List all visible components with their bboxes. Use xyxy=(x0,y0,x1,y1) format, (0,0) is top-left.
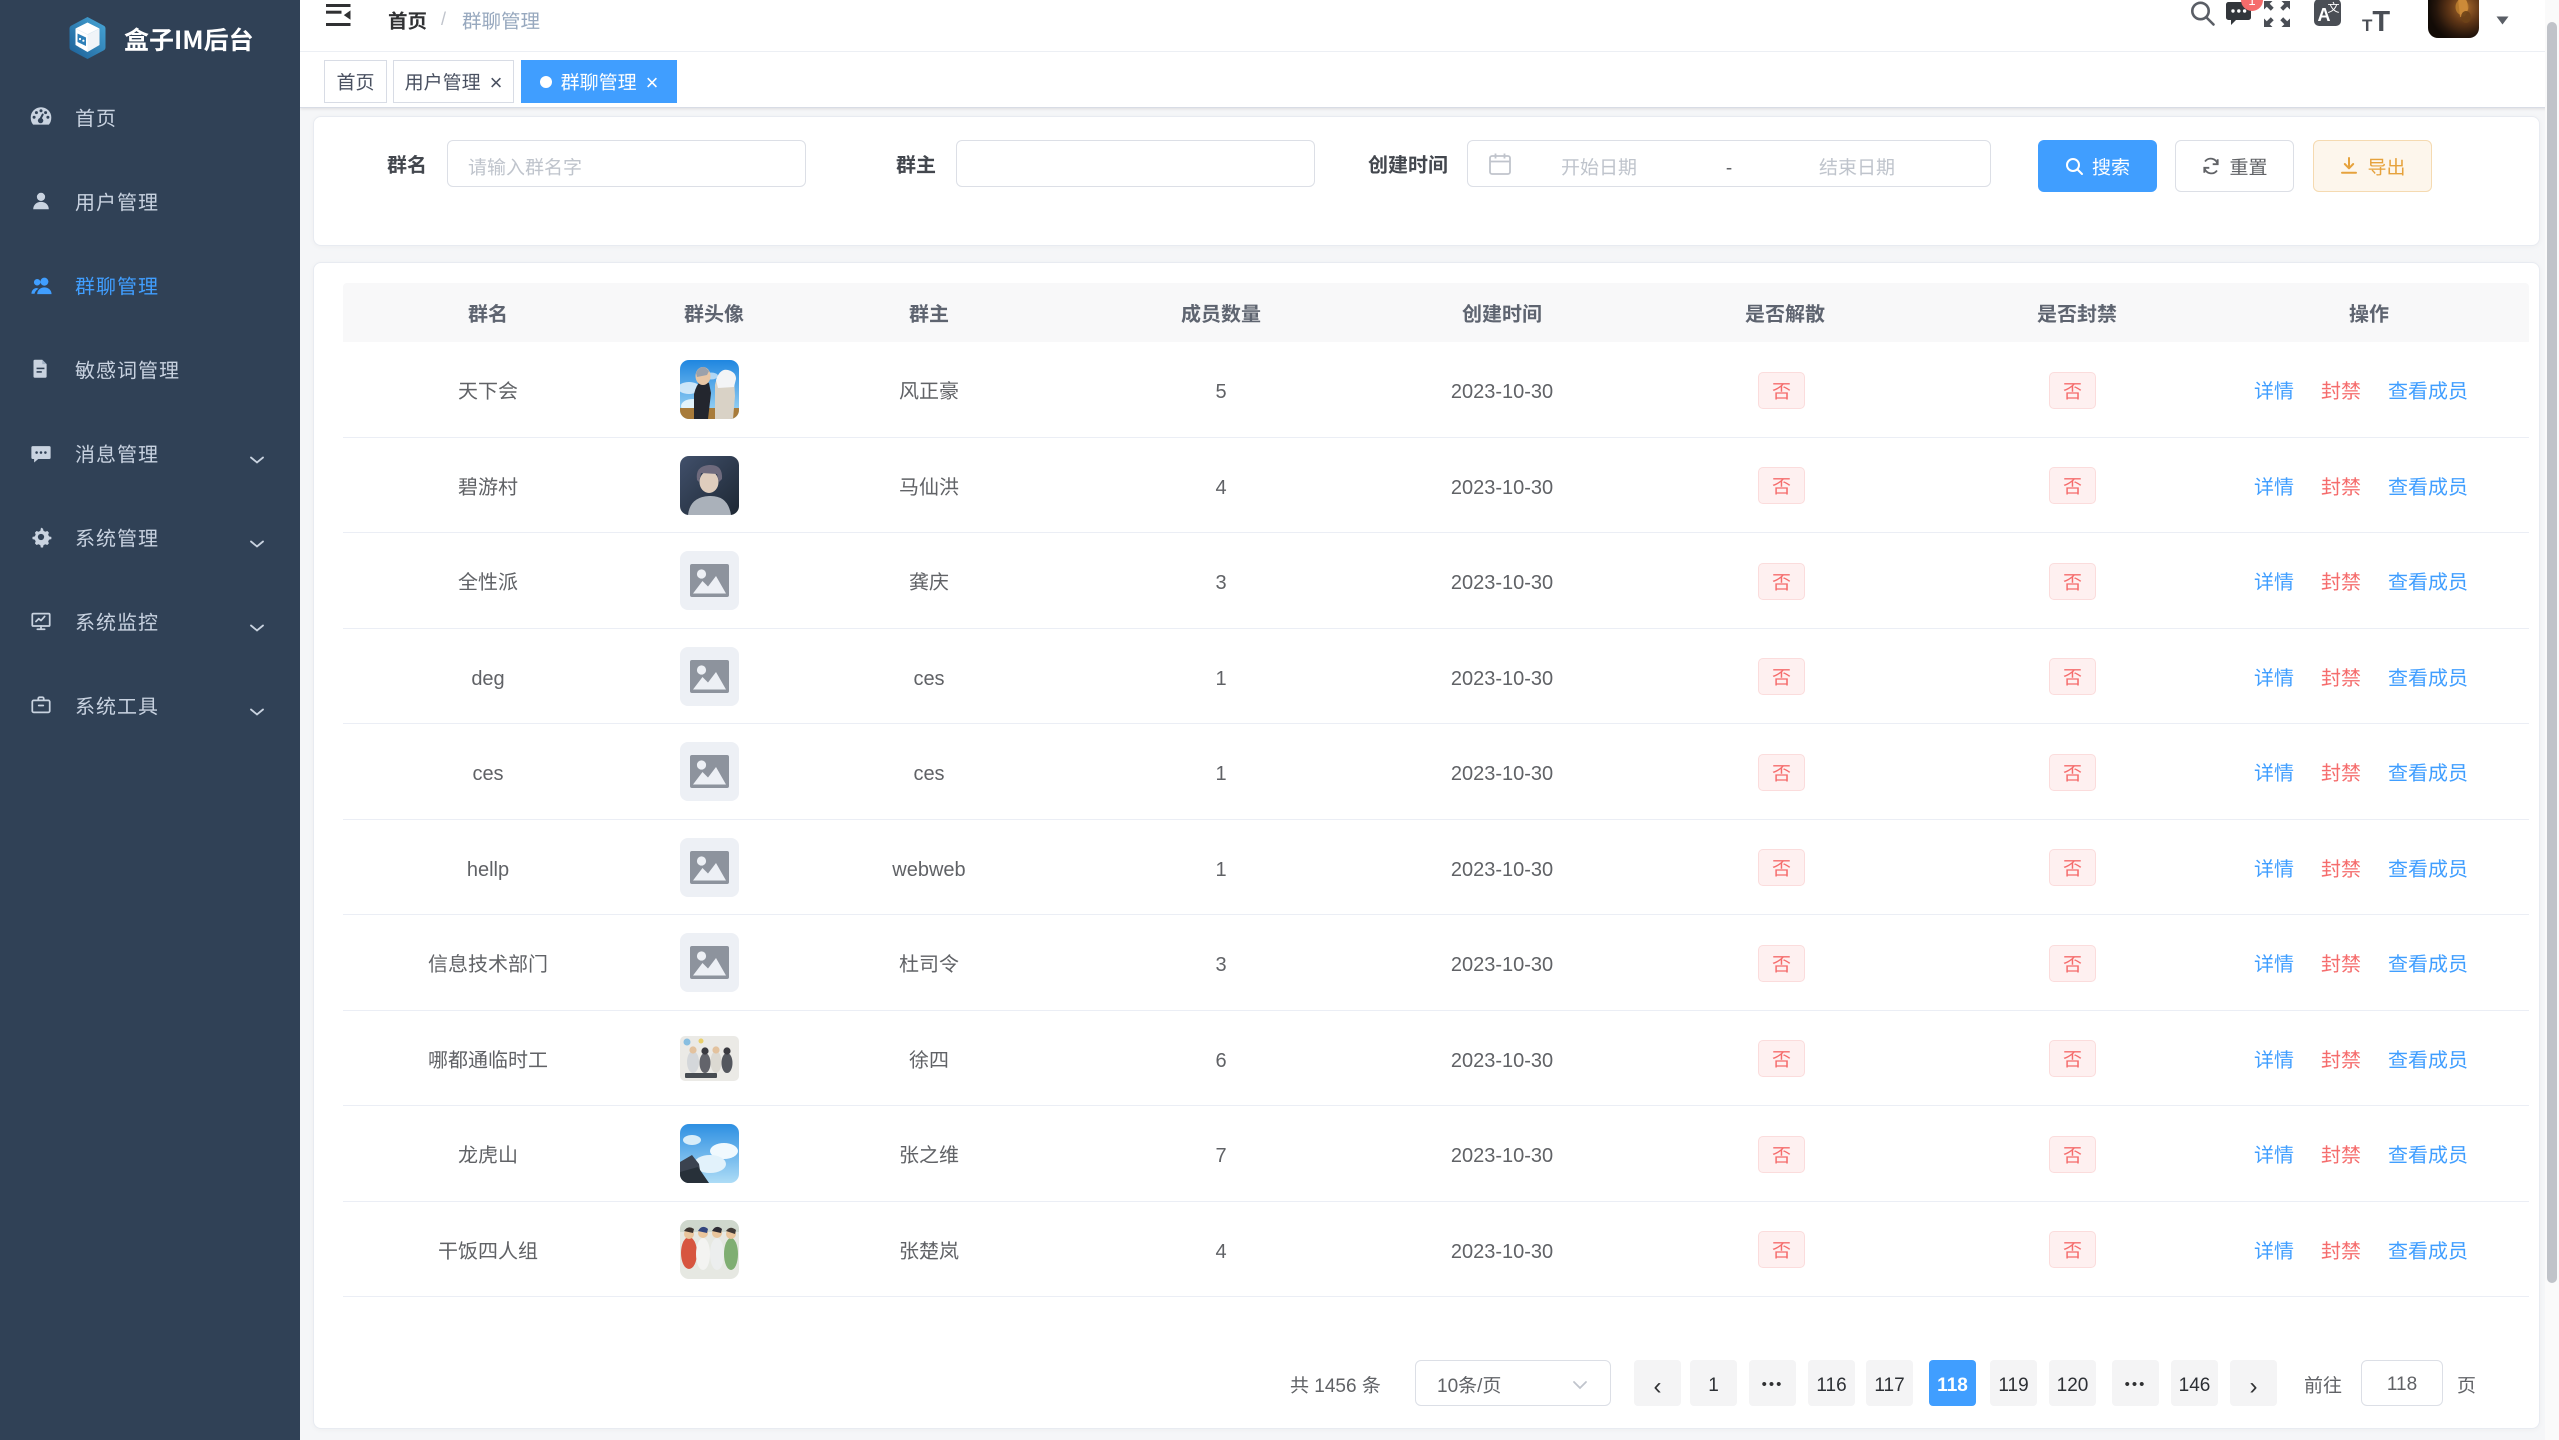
svg-text:文: 文 xyxy=(2327,0,2339,16)
